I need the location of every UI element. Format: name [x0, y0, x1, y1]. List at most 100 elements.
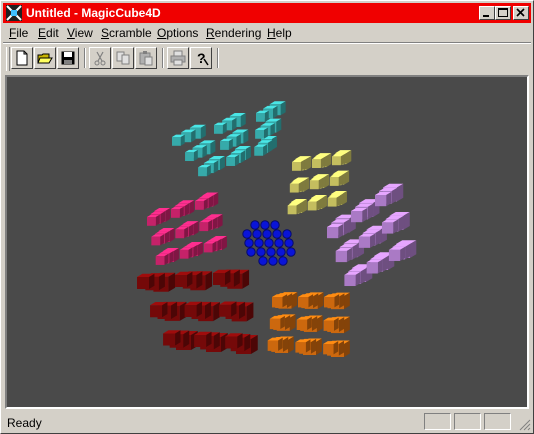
cubelet-yellow[interactable] — [287, 203, 301, 215]
toolbar-separator — [162, 48, 164, 68]
cubelet-lavender[interactable] — [335, 247, 352, 263]
magiccube-app-icon[interactable] — [6, 5, 22, 21]
cubelet-cyan[interactable] — [254, 144, 268, 156]
cubelet-lavender[interactable] — [344, 271, 361, 287]
cubelet-blue[interactable] — [282, 229, 292, 239]
cubelet-cyan[interactable] — [226, 154, 239, 166]
cubelet-dark-red[interactable] — [163, 330, 181, 346]
cubelet-blue[interactable] — [274, 238, 284, 248]
cubelet-cyan[interactable] — [198, 165, 211, 177]
cubelet-dark-red[interactable] — [213, 269, 231, 285]
cubelet-yellow[interactable] — [332, 154, 345, 166]
save-button[interactable] — [57, 47, 79, 69]
cubelet-magenta[interactable] — [175, 227, 189, 239]
cubelet-blue[interactable] — [264, 238, 274, 248]
menu-scramble[interactable]: Scramble — [101, 26, 152, 40]
cubelet-blue[interactable] — [260, 220, 270, 230]
cubelet-magenta[interactable] — [179, 247, 193, 259]
title-bar[interactable]: Untitled - MagicCube4D — [3, 3, 531, 23]
cubelet-dark-red[interactable] — [137, 273, 155, 289]
cubelet-blue[interactable] — [270, 220, 280, 230]
paste-button[interactable] — [135, 47, 157, 69]
cubelet-dark-red[interactable] — [225, 333, 243, 349]
close-button[interactable] — [513, 6, 529, 20]
cut-button[interactable] — [89, 47, 111, 69]
menu-view[interactable]: View — [67, 26, 93, 40]
menu-edit[interactable]: Edit — [38, 26, 59, 40]
cubelet-dark-red[interactable] — [175, 271, 193, 287]
cubelet-orange[interactable] — [324, 294, 340, 308]
cubelet-lavender[interactable] — [375, 191, 392, 207]
cubelet-lavender[interactable] — [388, 246, 406, 261]
copy-button[interactable] — [112, 47, 134, 69]
cubelet-orange[interactable] — [267, 337, 283, 351]
cubelet-blue[interactable] — [286, 247, 296, 257]
cubelet-blue[interactable] — [276, 247, 286, 257]
resize-grip-icon[interactable] — [517, 417, 531, 431]
cubelet-blue[interactable] — [242, 229, 252, 239]
cubelet-orange[interactable] — [295, 339, 311, 353]
cubelet-blue[interactable] — [246, 247, 256, 257]
cubelet-orange[interactable] — [323, 317, 339, 331]
menu-options[interactable]: Options — [157, 26, 198, 40]
cubelet-magenta[interactable] — [151, 234, 165, 246]
cubelet-blue[interactable] — [256, 247, 266, 257]
hypercube-render[interactable] — [7, 77, 527, 407]
cubelet-lavender[interactable] — [381, 219, 399, 234]
minimize-button[interactable] — [479, 6, 495, 20]
cubelet-blue[interactable] — [252, 229, 262, 239]
help-button[interactable]: ? — [190, 47, 212, 69]
cubelet-cyan[interactable] — [220, 138, 233, 150]
cubelet-yellow[interactable] — [329, 174, 343, 186]
cubelet-magenta[interactable] — [155, 253, 169, 265]
cubelet-blue[interactable] — [284, 238, 294, 248]
cubelet-orange[interactable] — [298, 294, 314, 308]
cubelet-blue[interactable] — [278, 256, 288, 266]
cubelet-orange[interactable] — [323, 341, 339, 355]
open-button[interactable] — [34, 47, 56, 69]
cubelet-yellow[interactable] — [312, 156, 325, 168]
cubelet-blue[interactable] — [258, 256, 268, 266]
cubelet-yellow[interactable] — [327, 195, 341, 207]
cubelet-lavender[interactable] — [358, 233, 376, 248]
cubelet-yellow[interactable] — [292, 159, 305, 171]
cubelet-dark-red[interactable] — [184, 301, 202, 317]
cubelet-yellow[interactable] — [309, 178, 323, 190]
cubelet-magenta[interactable] — [203, 241, 217, 253]
maximize-button[interactable] — [495, 6, 511, 20]
cubelet-blue[interactable] — [272, 229, 282, 239]
cubelet-blue[interactable] — [268, 256, 278, 266]
cubelet-yellow[interactable] — [289, 181, 303, 193]
print-button[interactable] — [167, 47, 189, 69]
cubelet-cyan[interactable] — [172, 134, 185, 146]
toolbar-grip[interactable] — [6, 47, 10, 71]
cubelet-lavender[interactable] — [351, 207, 368, 223]
cubelet-blue[interactable] — [262, 229, 272, 239]
cubelet-cyan[interactable] — [255, 110, 269, 122]
cubelet-dark-red[interactable] — [219, 301, 237, 317]
cubelet-magenta[interactable] — [199, 219, 213, 232]
cubelet-magenta[interactable] — [147, 214, 160, 226]
cubelet-magenta[interactable] — [195, 198, 208, 210]
cubelet-blue[interactable] — [250, 220, 260, 230]
menu-help[interactable]: Help — [267, 26, 292, 40]
cubelet-blue[interactable] — [254, 238, 264, 248]
cubelet-orange[interactable] — [269, 315, 285, 330]
cubelet-dark-red[interactable] — [194, 331, 212, 347]
cubelet-lavender[interactable] — [327, 223, 344, 239]
new-button[interactable] — [11, 47, 33, 69]
menu-rendering[interactable]: Rendering — [206, 26, 261, 40]
cubelet-dark-red[interactable] — [150, 302, 168, 318]
cubelet-blue[interactable] — [266, 247, 276, 257]
cubelet-cyan[interactable] — [185, 149, 198, 162]
cubelet-cyan[interactable] — [255, 127, 268, 139]
cubelet-cyan[interactable] — [214, 122, 227, 134]
cubelet-blue[interactable] — [244, 238, 254, 248]
cubelet-orange[interactable] — [296, 316, 312, 331]
cubelet-magenta[interactable] — [171, 206, 184, 218]
menu-file[interactable]: File — [9, 26, 28, 40]
cube-viewport[interactable] — [5, 75, 529, 409]
cubelet-lavender[interactable] — [366, 259, 383, 274]
cubelet-orange[interactable] — [272, 294, 288, 308]
cubelet-yellow[interactable] — [307, 199, 321, 211]
